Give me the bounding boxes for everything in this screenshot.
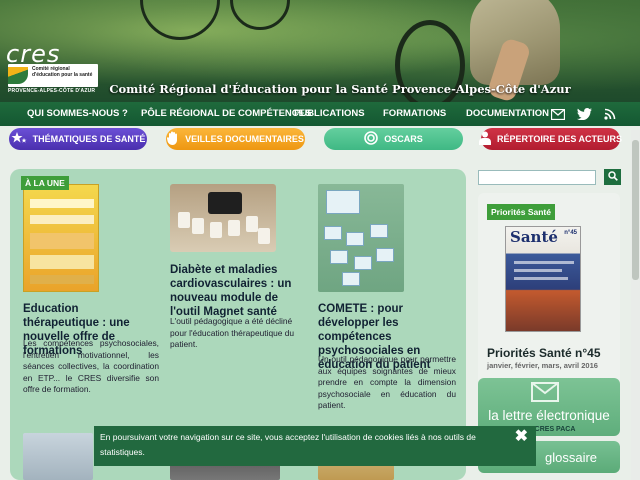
twitter-icon[interactable]	[576, 107, 592, 121]
poster-strip	[30, 233, 94, 249]
magazine-cover[interactable]: Santé n°45	[505, 226, 581, 332]
cookie-text: En poursuivant votre navigation sur ce s…	[100, 432, 476, 457]
page-scrollbar-thumb[interactable]	[632, 140, 639, 280]
poster-strip	[30, 215, 94, 224]
priorites-sante-issue-title[interactable]: Priorités Santé n°45	[487, 346, 601, 360]
nav-item-pole-regional[interactable]: PÔLE RÉGIONAL DE COMPÉTENCES	[141, 108, 311, 119]
newsletter-title: la lettre électronique	[488, 408, 610, 423]
comete-card	[370, 224, 388, 238]
magazine-cover-line	[514, 277, 568, 280]
search-button[interactable]	[604, 169, 621, 185]
logo-subtitle: Comité régional d'éducation pour la sant…	[32, 66, 93, 78]
nav-item-qui-sommes-nous[interactable]: QUI SOMMES-NOUS ?	[27, 108, 128, 119]
kit-card	[246, 216, 258, 232]
article-3-text: Un outil pédagogique pour permettre aux …	[318, 354, 456, 410]
nav-item-publications[interactable]: PUBLICATIONS	[294, 108, 365, 119]
comete-card	[342, 272, 360, 286]
site-title: Comité Régional d'Éducation pour la Sant…	[109, 82, 571, 96]
comete-card	[330, 250, 348, 264]
article-2-image[interactable]	[170, 184, 276, 252]
kit-card	[258, 228, 270, 244]
magazine-number: n°45	[564, 230, 577, 236]
cookie-banner: En poursuivant votre navigation sur ce s…	[94, 426, 536, 466]
hand-icon	[167, 131, 179, 147]
oscars-button[interactable]: OSCARS	[324, 128, 463, 150]
email-icon[interactable]	[550, 107, 566, 121]
envelope-icon	[531, 382, 559, 402]
veilles-label: VEILLES DOCUMENTAIRES	[185, 134, 304, 144]
article-3-image[interactable]	[318, 184, 404, 292]
kit-card	[192, 218, 204, 234]
article-1-image[interactable]	[23, 184, 99, 292]
main-nav: QUI SOMMES-NOUS ? PÔLE RÉGIONAL DE COMPÉ…	[0, 102, 640, 126]
header-banner: cres Comité régional d'éducation pour la…	[0, 0, 640, 102]
kit-card	[210, 222, 222, 238]
article-2-text: L'outil pédagogique a été décliné pour l…	[170, 316, 295, 349]
poster-strip	[30, 199, 94, 208]
banner-photo-wheel	[140, 0, 220, 40]
banner-photo-wheel	[230, 0, 290, 30]
article-4-image[interactable]	[23, 433, 93, 480]
magazine-cover-line	[514, 269, 562, 272]
article-2-title[interactable]: Diabète et maladies cardiovasculaires : …	[170, 263, 310, 319]
veilles-button[interactable]: VEILLES DOCUMENTAIRES	[166, 128, 305, 150]
comete-card	[324, 226, 342, 240]
kit-card	[228, 220, 240, 236]
thematiques-label: THÉMATIQUES DE SANTÉ	[32, 134, 146, 144]
magazine-cover-line	[514, 261, 574, 264]
nav-item-documentation[interactable]: DOCUMENTATION	[466, 108, 549, 119]
repertoire-button[interactable]: RÉPERTOIRE DES ACTEURS	[478, 128, 623, 150]
priorites-sante-label[interactable]: Priorités Santé	[487, 204, 555, 220]
kit-box	[208, 192, 242, 214]
search-icon	[607, 168, 618, 186]
comete-card	[376, 248, 394, 262]
priorites-sante-issue-date: janvier, février, mars, avril 2016	[487, 361, 598, 370]
oscars-label: OSCARS	[384, 134, 423, 144]
thematiques-button[interactable]: THÉMATIQUES DE SANTÉ	[9, 128, 147, 150]
cookie-close-icon[interactable]: ✖	[515, 429, 528, 445]
comete-card	[354, 256, 372, 270]
kit-card	[178, 212, 190, 228]
comete-card	[346, 232, 364, 246]
poster-strip	[30, 275, 94, 284]
repertoire-label: RÉPERTOIRE DES ACTEURS	[496, 134, 623, 144]
a-la-une-badge: À LA UNE	[21, 176, 69, 190]
stars-icon	[11, 131, 27, 147]
magazine-title: Santé	[510, 228, 558, 246]
rss-icon[interactable]	[602, 107, 618, 121]
poster-strip	[30, 255, 94, 269]
nav-item-formations[interactable]: FORMATIONS	[383, 108, 446, 119]
article-1-text: Les compétences psychosociales, l'entret…	[23, 338, 159, 394]
person-icon	[478, 131, 491, 147]
target-icon	[364, 131, 379, 147]
comete-box	[326, 190, 360, 214]
search-input[interactable]	[478, 170, 596, 185]
